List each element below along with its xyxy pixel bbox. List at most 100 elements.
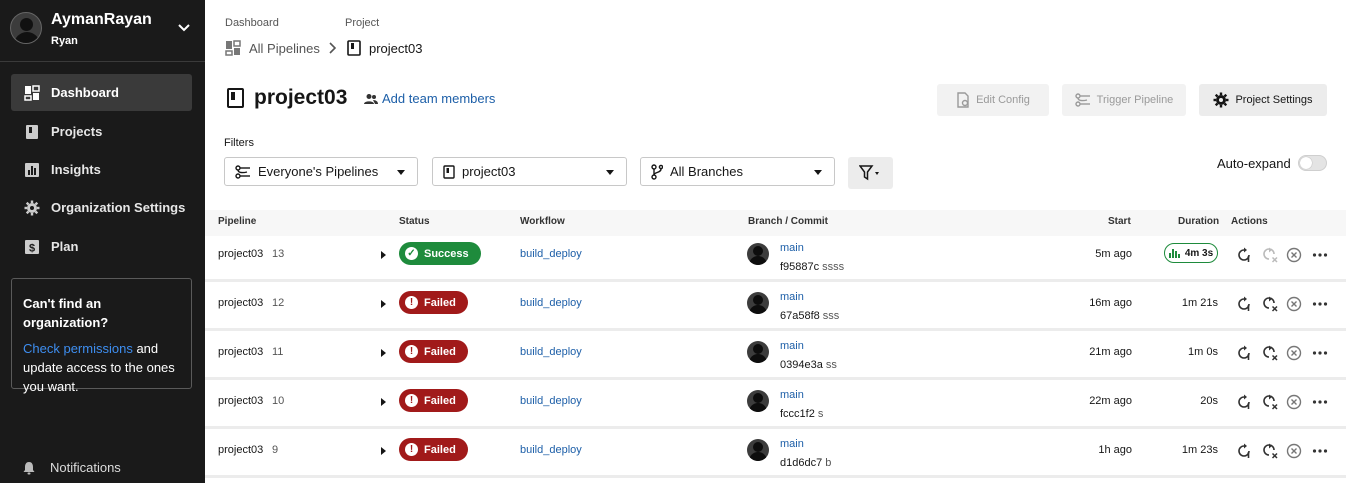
workflow-link[interactable]: build_deploy xyxy=(520,395,582,407)
auto-expand-toggle[interactable] xyxy=(1298,155,1327,171)
sidebar-item-organization-settings[interactable]: Organization Settings xyxy=(11,189,192,226)
commit-info[interactable]: 67a58f8 sss xyxy=(780,310,839,322)
workflow-link[interactable]: build_deploy xyxy=(520,297,582,309)
workflow-link[interactable]: build_deploy xyxy=(520,346,582,358)
rerun-workflow-icon[interactable] xyxy=(1236,296,1252,312)
commit-info[interactable]: f95887c ssss xyxy=(780,261,844,273)
user-switcher[interactable]: AymanRayan Ryan xyxy=(10,10,200,50)
breadcrumb-all-pipelines[interactable]: All Pipelines xyxy=(225,40,320,56)
rerun-workflow-icon[interactable] xyxy=(1236,394,1252,410)
column-header-duration: Duration xyxy=(1178,216,1220,227)
pipeline-project[interactable]: project03 xyxy=(218,346,263,358)
pipeline-icon xyxy=(1074,93,1090,107)
add-team-members-label: Add team members xyxy=(382,91,496,106)
commit-info[interactable]: 0394e3a ss xyxy=(780,359,837,371)
branch-link[interactable]: main xyxy=(780,340,804,352)
advanced-filter-button[interactable] xyxy=(848,157,893,189)
table-row[interactable]: project03 11 ! Failed build_deploy main 0394e3… xyxy=(205,334,1346,380)
rerun-failed-jobs-icon[interactable] xyxy=(1262,247,1278,263)
sidebar-item-insights[interactable]: Insights xyxy=(11,151,192,188)
pipeline-project[interactable]: project03 xyxy=(218,297,263,309)
rerun-failed-jobs-icon[interactable] xyxy=(1262,296,1278,312)
status-badge[interactable]: ! Failed xyxy=(399,389,468,412)
table-row[interactable]: project03 10 ! Failed build_deploy main fccc1f… xyxy=(205,383,1346,429)
status-badge[interactable]: ! Failed xyxy=(399,340,468,363)
sidebar-item-dashboard[interactable]: Dashboard xyxy=(11,74,192,111)
rerun-workflow-icon[interactable] xyxy=(1236,345,1252,361)
more-actions-icon[interactable] xyxy=(1312,247,1328,263)
commit-hash[interactable]: f95887c xyxy=(780,261,819,273)
more-actions-icon[interactable] xyxy=(1312,394,1328,410)
more-actions-icon[interactable] xyxy=(1312,443,1328,459)
pipeline-number[interactable]: 11 xyxy=(272,346,283,358)
sidebar-item-projects[interactable]: Projects xyxy=(11,113,192,150)
commit-hash[interactable]: 67a58f8 xyxy=(780,310,820,322)
edit-config-button[interactable]: Edit Config xyxy=(937,84,1049,116)
status-badge[interactable]: ! Failed xyxy=(399,438,468,461)
cancel-workflow-icon[interactable] xyxy=(1286,394,1302,410)
pipeline-project[interactable]: project03 xyxy=(218,395,263,407)
more-actions-icon[interactable] xyxy=(1312,345,1328,361)
status-label: Failed xyxy=(424,345,456,358)
pipeline-project[interactable]: project03 xyxy=(218,444,263,456)
pipeline-number[interactable]: 9 xyxy=(272,444,278,456)
commit-info[interactable]: d1d6dc7 b xyxy=(780,457,831,469)
cancel-workflow-icon[interactable] xyxy=(1286,345,1302,361)
branch-filter-value: All Branches xyxy=(670,164,743,179)
branch-link[interactable]: main xyxy=(780,242,804,254)
rerun-failed-jobs-icon[interactable] xyxy=(1262,443,1278,459)
sidebar-item-plan[interactable]: $ Plan xyxy=(11,228,192,265)
expand-row-icon[interactable] xyxy=(381,251,386,259)
duration-chip[interactable]: 4m 3s xyxy=(1164,243,1218,263)
rerun-failed-jobs-icon[interactable] xyxy=(1262,394,1278,410)
cancel-workflow-icon[interactable] xyxy=(1286,296,1302,312)
branch-filter-select[interactable]: All Branches xyxy=(640,157,835,186)
workflow-link[interactable]: build_deploy xyxy=(520,248,582,260)
branch-link[interactable]: main xyxy=(780,291,804,303)
chevron-down-icon[interactable] xyxy=(178,23,190,33)
branch-link[interactable]: main xyxy=(780,438,804,450)
cancel-workflow-icon[interactable] xyxy=(1286,443,1302,459)
workflow-link[interactable]: build_deploy xyxy=(520,444,582,456)
expand-row-icon[interactable] xyxy=(381,300,386,308)
notifications-link[interactable]: Notifications xyxy=(22,460,121,475)
sidebar-item-label: Insights xyxy=(51,162,101,177)
add-team-members-link[interactable]: Add team members xyxy=(364,91,495,106)
sidebar-item-label: Plan xyxy=(51,239,79,254)
cancel-workflow-icon[interactable] xyxy=(1286,247,1302,263)
commit-hash[interactable]: d1d6dc7 xyxy=(780,457,822,469)
insights-bars-icon xyxy=(1168,248,1181,258)
commit-hash[interactable]: 0394e3a xyxy=(780,359,823,371)
status-badge[interactable]: ! Failed xyxy=(399,291,468,314)
breadcrumb-project[interactable]: project03 xyxy=(347,40,422,56)
more-actions-icon[interactable] xyxy=(1312,296,1328,312)
team-icon xyxy=(364,93,378,104)
project-settings-button[interactable]: Project Settings xyxy=(1199,84,1327,116)
rerun-workflow-icon[interactable] xyxy=(1236,247,1252,263)
commit-info[interactable]: fccc1f2 s xyxy=(780,408,823,420)
table-row[interactable]: project03 13 ✓ Success build_deploy main f9588… xyxy=(205,236,1346,282)
column-header-branch-commit: Branch / Commit xyxy=(748,216,829,227)
expand-row-icon[interactable] xyxy=(381,398,386,406)
expand-row-icon[interactable] xyxy=(381,447,386,455)
avatar xyxy=(747,341,769,363)
table-row[interactable]: project03 12 ! Failed build_deploy main 67a58f… xyxy=(205,285,1346,331)
commit-hash[interactable]: fccc1f2 xyxy=(780,408,815,420)
expand-row-icon[interactable] xyxy=(381,349,386,357)
pipeline-number[interactable]: 10 xyxy=(272,395,284,407)
pipeline-number[interactable]: 13 xyxy=(272,248,284,260)
project-filter-select[interactable]: project03 xyxy=(432,157,627,186)
sidebar-item-label: Organization Settings xyxy=(51,200,186,215)
rerun-workflow-icon[interactable] xyxy=(1236,443,1252,459)
status-badge[interactable]: ✓ Success xyxy=(399,242,481,265)
trigger-pipeline-button[interactable]: Trigger Pipeline xyxy=(1062,84,1186,116)
pipeline-project[interactable]: project03 xyxy=(218,248,263,260)
table-row[interactable]: project03 9 ! Failed build_deploy main d1d6dc7… xyxy=(205,432,1346,478)
rerun-failed-jobs-icon[interactable] xyxy=(1262,345,1278,361)
branch-link[interactable]: main xyxy=(780,389,804,401)
pipeline-number[interactable]: 12 xyxy=(272,297,284,309)
avatar xyxy=(747,439,769,461)
filters-label: Filters xyxy=(224,137,254,149)
check-permissions-link[interactable]: Check permissions xyxy=(23,341,133,356)
pipelines-filter-select[interactable]: Everyone's Pipelines xyxy=(224,157,418,186)
